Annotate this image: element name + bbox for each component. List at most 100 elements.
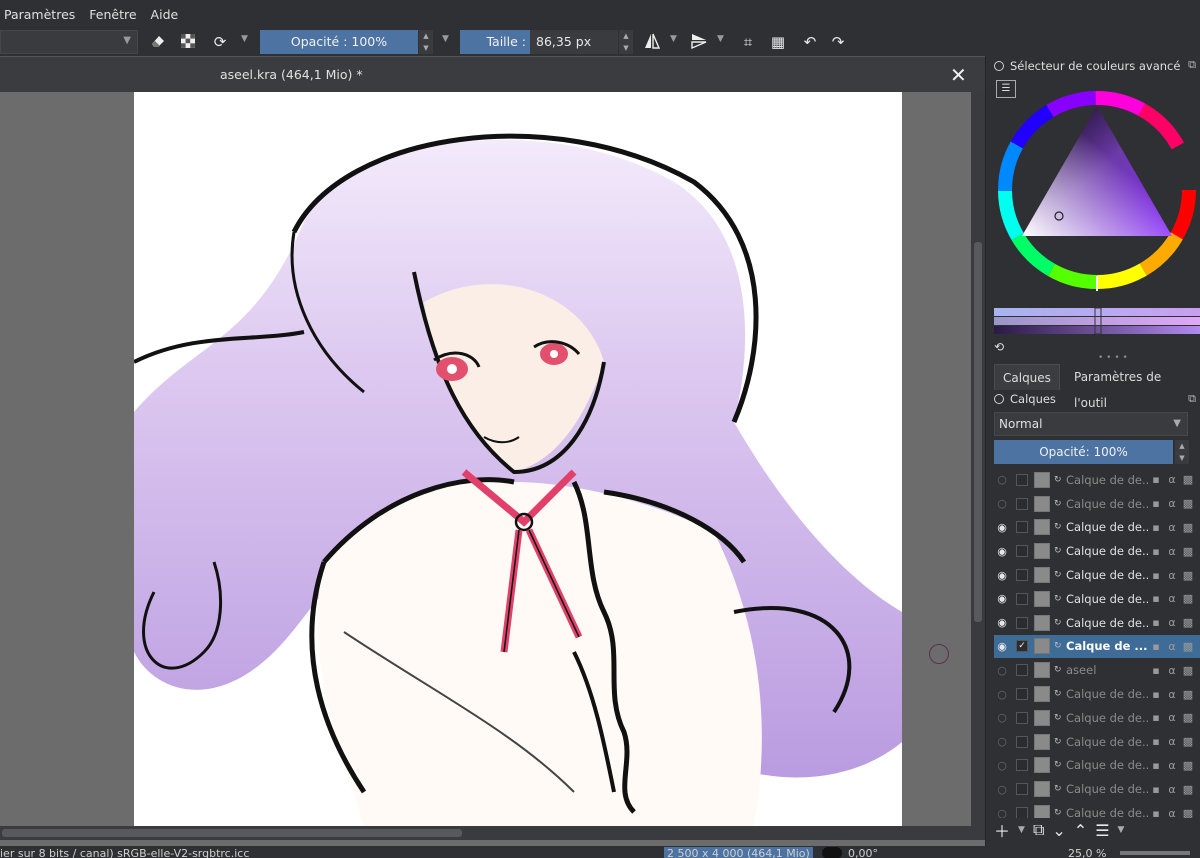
layer-list[interactable]: ○ ↻ Calque de de... ▪ α ▩ ○ ↻ Calque de de... ▪ α ▩… — [994, 468, 1200, 818]
lock-icon[interactable]: ▪ — [1148, 735, 1164, 748]
layer-row[interactable]: ○ ↻ Calque de de... ▪ α ▩ — [994, 492, 1200, 516]
inherit-alpha-icon[interactable]: ▩ — [1180, 640, 1196, 653]
lock-icon[interactable]: ▪ — [1148, 497, 1164, 510]
color-gradient-bars[interactable] — [994, 307, 1200, 335]
status-dimensions[interactable]: 2 500 x 4 000 (464,1 Mio) — [664, 847, 813, 858]
lock-icon[interactable]: ▪ — [1148, 592, 1164, 605]
move-down-icon[interactable]: ⌄ — [1052, 821, 1065, 840]
alpha-preserve-icon[interactable] — [178, 32, 198, 52]
reset-color-icon[interactable]: ⟲ — [994, 340, 1004, 354]
layer-checkbox[interactable] — [1016, 521, 1028, 534]
layer-checkbox[interactable] — [1016, 473, 1028, 486]
alpha-lock-icon[interactable]: α — [1164, 616, 1180, 629]
alpha-lock-icon[interactable]: α — [1164, 592, 1180, 605]
chevron-down-icon[interactable]: ▼ — [241, 34, 248, 44]
inherit-alpha-icon[interactable]: ▩ — [1180, 545, 1196, 558]
layer-checkbox[interactable] — [1016, 497, 1028, 510]
visibility-eye-icon[interactable]: ○ — [994, 473, 1010, 486]
layer-row[interactable]: ○ ↻ Calque de de... ▪ α ▩ — [994, 777, 1200, 801]
layer-checkbox[interactable] — [1016, 545, 1028, 558]
chevron-down-icon[interactable]: ▼ — [442, 34, 449, 44]
opacity-slider[interactable]: Opacité : 100% — [260, 30, 418, 54]
move-up-icon[interactable]: ⌃ — [1074, 821, 1087, 840]
inherit-alpha-icon[interactable]: ▩ — [1180, 497, 1196, 510]
inherit-alpha-icon[interactable]: ▩ — [1180, 688, 1196, 701]
visibility-eye-icon[interactable]: ○ — [994, 735, 1010, 748]
alpha-lock-icon[interactable]: α — [1164, 640, 1180, 653]
layer-row[interactable]: ○ ↻ Calque de de... ▪ α ▩ — [994, 801, 1200, 818]
close-icon[interactable]: ✕ — [950, 63, 967, 87]
inherit-alpha-icon[interactable]: ▩ — [1180, 783, 1196, 796]
layer-checkbox[interactable] — [1016, 569, 1028, 582]
layer-row[interactable]: ○ ↻ Calque de de... ▪ α ▩ — [994, 754, 1200, 778]
zoom-slider[interactable] — [1120, 851, 1190, 855]
vertical-scrollbar[interactable] — [971, 92, 985, 826]
layer-checkbox[interactable] — [1016, 807, 1028, 818]
status-rotation[interactable]: 0,00° — [848, 847, 878, 858]
alpha-lock-icon[interactable]: α — [1164, 735, 1180, 748]
inherit-alpha-icon[interactable]: ▩ — [1180, 711, 1196, 724]
reload-preset-icon[interactable]: ⟳ — [210, 32, 230, 52]
inherit-alpha-icon[interactable]: ▩ — [1180, 473, 1196, 486]
rotation-dial-icon[interactable] — [822, 847, 842, 858]
eraser-icon[interactable] — [148, 32, 168, 52]
visibility-eye-icon[interactable]: ◉ — [994, 616, 1010, 629]
lock-icon[interactable]: ▪ — [1148, 545, 1164, 558]
visibility-eye-icon[interactable]: ○ — [994, 759, 1010, 772]
blend-mode-select[interactable]: Normal ▼ — [994, 412, 1188, 436]
visibility-eye-icon[interactable]: ◉ — [994, 592, 1010, 605]
layer-checkbox[interactable] — [1016, 592, 1028, 605]
wrap-around-icon[interactable]: ▦ — [768, 32, 788, 52]
opacity-spin[interactable]: ▲ ▼ — [419, 30, 433, 54]
layer-row[interactable]: ○ ↻ Calque de de... ▪ α ▩ — [994, 730, 1200, 754]
lock-icon[interactable]: ▪ — [1148, 640, 1164, 653]
visibility-eye-icon[interactable]: ○ — [994, 664, 1010, 677]
inherit-alpha-icon[interactable]: ▩ — [1180, 735, 1196, 748]
alpha-lock-icon[interactable]: α — [1164, 711, 1180, 724]
lock-icon[interactable]: ▪ — [1148, 711, 1164, 724]
undo-icon[interactable]: ↶ — [800, 32, 820, 52]
alpha-lock-icon[interactable]: α — [1164, 473, 1180, 486]
layer-row[interactable]: ◉ ↻ Calque de de... ▪ α ▩ — [994, 516, 1200, 540]
mirror-horizontal-icon[interactable] — [642, 32, 662, 52]
chevron-down-icon[interactable]: ▼ — [670, 34, 677, 44]
size-spin[interactable]: ▲ ▼ — [619, 30, 633, 54]
inherit-alpha-icon[interactable]: ▩ — [1180, 616, 1196, 629]
size-slider[interactable]: Taille : — [460, 30, 530, 54]
float-docker-icon[interactable]: ⧉ — [1188, 58, 1196, 72]
lock-icon[interactable]: ▪ — [1148, 664, 1164, 677]
alpha-lock-icon[interactable]: α — [1164, 807, 1180, 818]
float-docker-icon[interactable]: ⧉ — [1188, 392, 1196, 406]
crop-icon[interactable]: ⌗ — [738, 32, 758, 52]
layer-checkbox[interactable] — [1016, 759, 1028, 772]
add-layer-icon[interactable]: ＋ — [994, 818, 1010, 842]
lock-icon[interactable]: ▪ — [1148, 688, 1164, 701]
menu-aide[interactable]: Aide — [151, 7, 179, 22]
duplicate-layer-icon[interactable]: ⧉ — [1033, 820, 1044, 840]
alpha-lock-icon[interactable]: α — [1164, 569, 1180, 582]
inherit-alpha-icon[interactable]: ▩ — [1180, 521, 1196, 534]
lock-icon[interactable]: ▪ — [1148, 473, 1164, 486]
layer-checkbox[interactable] — [1016, 735, 1028, 748]
tab-tool-options[interactable]: Paramètres de l'outil — [1066, 364, 1200, 410]
scroll-thumb[interactable] — [2, 829, 462, 837]
chevron-down-icon[interactable]: ▼ — [1018, 825, 1025, 835]
lock-icon[interactable]: ▪ — [1148, 521, 1164, 534]
scroll-thumb[interactable] — [974, 242, 982, 622]
chevron-down-icon[interactable]: ▼ — [717, 34, 724, 44]
visibility-eye-icon[interactable]: ○ — [994, 807, 1010, 818]
visibility-eye-icon[interactable]: ◉ — [994, 545, 1010, 558]
layer-checkbox[interactable] — [1016, 711, 1028, 724]
alpha-lock-icon[interactable]: α — [1164, 497, 1180, 510]
alpha-lock-icon[interactable]: α — [1164, 664, 1180, 677]
layer-row[interactable]: ○ ↻ aseel ▪ α ▩ — [994, 658, 1200, 682]
layer-checkbox[interactable] — [1016, 616, 1028, 629]
visibility-eye-icon[interactable]: ◉ — [994, 521, 1010, 534]
layer-checkbox[interactable]: ✓ — [1016, 640, 1028, 653]
inherit-alpha-icon[interactable]: ▩ — [1180, 807, 1196, 818]
visibility-eye-icon[interactable]: ○ — [994, 688, 1010, 701]
lock-icon[interactable]: ▪ — [1148, 616, 1164, 629]
alpha-lock-icon[interactable]: α — [1164, 545, 1180, 558]
layer-checkbox[interactable] — [1016, 664, 1028, 677]
layer-row[interactable]: ◉ ↻ Calque de de... ▪ α ▩ — [994, 563, 1200, 587]
